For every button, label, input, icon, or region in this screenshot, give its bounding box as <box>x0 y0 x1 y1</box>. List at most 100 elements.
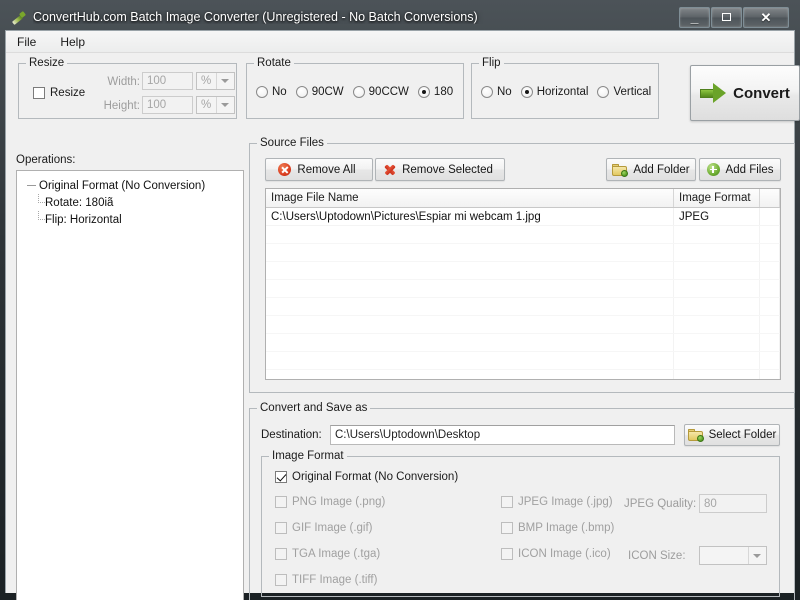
maximize-button[interactable] <box>711 6 742 28</box>
cell-empty <box>760 226 780 243</box>
checkbox-box <box>275 574 287 586</box>
add-files-button[interactable]: Add Files <box>699 158 781 181</box>
add-folder-button[interactable]: Add Folder <box>606 158 696 181</box>
width-unit-select[interactable]: % <box>196 72 235 90</box>
table-row-empty <box>266 352 780 370</box>
radio-circle <box>481 86 493 98</box>
format-original-checkbox[interactable]: Original Format (No Conversion) <box>275 471 458 483</box>
operations-item-rotate-label: Rotate: 180iã <box>45 196 114 209</box>
operations-tree[interactable]: Original Format (No Conversion) Rotate: … <box>16 170 244 600</box>
cell-empty <box>674 334 760 351</box>
format-tga-checkbox[interactable]: TGA Image (.tga) <box>275 548 380 560</box>
select-folder-button[interactable]: Select Folder <box>684 424 780 446</box>
icon-size-select[interactable] <box>699 546 767 565</box>
cell-empty <box>760 352 780 369</box>
remove-selected-button[interactable]: Remove Selected <box>375 158 505 181</box>
remove-selected-label: Remove Selected <box>402 163 493 176</box>
menu-file[interactable]: File <box>14 34 39 50</box>
rotate-option-90cw-label: 90CW <box>311 86 344 98</box>
flip-option-vertical[interactable]: Vertical <box>597 86 651 98</box>
format-bmp-checkbox[interactable]: BMP Image (.bmp) <box>501 522 614 534</box>
window-controls: _ ✕ <box>679 6 789 28</box>
destination-input[interactable]: C:\Users\Uptodown\Desktop <box>330 425 675 445</box>
format-bmp-label: BMP Image (.bmp) <box>518 522 615 534</box>
chevron-down-icon <box>216 73 232 89</box>
table-row[interactable]: C:\Users\Uptodown\Pictures\Espiar mi web… <box>266 208 780 226</box>
cell-empty <box>674 370 760 379</box>
cell-empty <box>760 244 780 261</box>
close-icon: ✕ <box>760 9 772 25</box>
source-files-list[interactable]: Image File Name Image Format C:\Users\Up… <box>265 188 781 380</box>
rotate-option-90cw[interactable]: 90CW <box>295 86 344 98</box>
operations-tree-root[interactable]: Original Format (No Conversion) <box>21 177 239 194</box>
cell-spacer <box>760 208 780 225</box>
cell-empty <box>266 298 674 315</box>
format-icon-label: ICON Image (.ico) <box>518 548 611 560</box>
remove-all-button[interactable]: Remove All <box>265 158 373 181</box>
resize-enable-checkbox[interactable]: Resize <box>33 87 85 99</box>
cell-empty <box>266 334 674 351</box>
table-row-empty <box>266 316 780 334</box>
operations-tree-item-flip[interactable]: Flip: Horizontal <box>21 211 239 228</box>
height-input[interactable]: 100 <box>142 96 193 114</box>
client-area: File Help Resize Resize Width: 100 % Hei… <box>5 30 800 600</box>
column-header-image-format[interactable]: Image Format <box>674 189 760 207</box>
table-row-empty <box>266 226 780 244</box>
tree-elbow-icon <box>38 211 46 228</box>
column-header-image-file-name[interactable]: Image File Name <box>266 189 674 207</box>
operations-item-flip-label: Flip: Horizontal <box>45 213 122 226</box>
close-button[interactable]: ✕ <box>743 6 789 28</box>
radio-circle <box>597 86 610 98</box>
height-unit-select[interactable]: % <box>196 96 235 114</box>
checkbox-box <box>501 496 513 508</box>
minimize-button[interactable]: _ <box>679 6 710 28</box>
menu-bar: File Help <box>6 31 794 53</box>
format-gif-checkbox[interactable]: GIF Image (.gif) <box>275 522 373 534</box>
add-files-icon <box>706 163 720 176</box>
format-png-checkbox[interactable]: PNG Image (.png) <box>275 496 385 508</box>
format-tiff-checkbox[interactable]: TIFF Image (.tiff) <box>275 574 377 586</box>
width-input[interactable]: 100 <box>142 72 193 90</box>
cell-empty <box>760 280 780 297</box>
table-row-empty <box>266 280 780 298</box>
cell-empty <box>674 316 760 333</box>
maximize-icon <box>712 8 741 27</box>
convert-button[interactable]: Convert <box>690 65 800 121</box>
operations-tree-item-rotate[interactable]: Rotate: 180iã <box>21 194 239 211</box>
convert-button-label: Convert <box>733 84 790 102</box>
add-folder-icon <box>612 163 629 177</box>
rotate-option-90ccw-label: 90CCW <box>368 86 409 98</box>
rotate-group: Rotate No 90CW 90CCW 180 <box>246 57 464 119</box>
rotate-option-90ccw[interactable]: 90CCW <box>352 86 409 98</box>
cell-empty <box>760 334 780 351</box>
checkbox-box <box>501 522 513 534</box>
radio-circle <box>520 86 533 98</box>
cell-empty <box>266 316 674 333</box>
format-icon-checkbox[interactable]: ICON Image (.ico) <box>501 548 611 560</box>
table-row-empty <box>266 262 780 280</box>
title-bar: ConvertHub.com Batch Image Converter (Un… <box>5 4 795 30</box>
resize-group-legend: Resize <box>26 57 68 69</box>
format-original-label: Original Format (No Conversion) <box>292 471 459 483</box>
operations-root-label: Original Format (No Conversion) <box>39 179 206 192</box>
rotate-option-180[interactable]: 180 <box>417 86 453 98</box>
radio-circle <box>352 86 365 98</box>
green-arrow-right-icon <box>700 83 727 103</box>
cell-empty <box>674 298 760 315</box>
cell-empty <box>266 370 674 379</box>
cell-empty <box>266 226 674 243</box>
radio-circle <box>256 86 268 98</box>
menu-help[interactable]: Help <box>57 34 88 50</box>
resize-group: Resize Resize Width: 100 % Height: 100 % <box>18 57 237 119</box>
rotate-option-no[interactable]: No <box>256 86 287 98</box>
table-row-empty <box>266 298 780 316</box>
checkbox-box <box>275 471 287 483</box>
flip-option-horizontal[interactable]: Horizontal <box>520 86 588 98</box>
cell-empty <box>266 244 674 261</box>
select-folder-label: Select Folder <box>708 429 777 441</box>
jpeg-quality-input[interactable]: 80 <box>699 494 767 513</box>
format-jpeg-checkbox[interactable]: JPEG Image (.jpg) <box>501 496 613 508</box>
flip-group: Flip No Horizontal Vertical <box>471 57 659 119</box>
flip-option-no[interactable]: No <box>481 86 512 98</box>
remove-selected-icon <box>383 163 396 176</box>
